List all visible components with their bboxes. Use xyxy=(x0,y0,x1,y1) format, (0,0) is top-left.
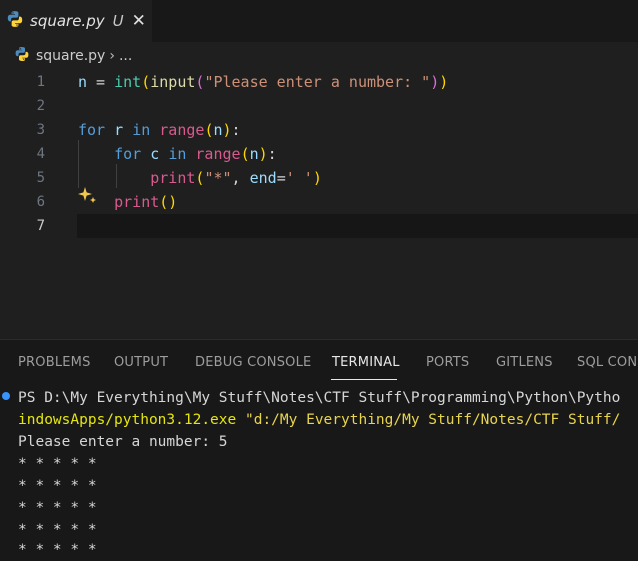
breadcrumb: square.py › ... xyxy=(0,44,638,68)
close-icon[interactable]: ✕ xyxy=(132,12,146,30)
code-line-4[interactable]: 4 for c in range(n): xyxy=(0,142,638,166)
terminal-output-line: * * * * * xyxy=(18,542,97,558)
tab-sql-console[interactable]: SQL CONS xyxy=(577,355,638,370)
python-file-icon xyxy=(14,46,30,66)
line-number: 5 xyxy=(36,170,45,186)
breadcrumb-file[interactable]: square.py xyxy=(36,48,105,64)
terminal-line: indowsApps/python3.12.exe "d:/My Everyth… xyxy=(18,409,620,431)
sparkle-icon[interactable] xyxy=(78,186,98,210)
code-text: print("*", end=' ') xyxy=(150,169,322,187)
line-number: 3 xyxy=(36,122,45,138)
tab-problems[interactable]: PROBLEMS xyxy=(18,355,91,370)
line-number: 4 xyxy=(36,146,45,162)
code-line-2[interactable]: 2 xyxy=(0,94,638,118)
line-number: 1 xyxy=(36,74,45,90)
terminal-output-line: * * * * * xyxy=(18,478,97,494)
terminal-argument: "d:/My Everything/My Stuff/Notes/CTF Stu… xyxy=(244,412,621,428)
code-line-1[interactable]: 1 n = int(input("Please enter a number: … xyxy=(0,70,638,94)
tab-ports[interactable]: PORTS xyxy=(426,355,469,370)
editor-tab-bar: square.py U ✕ xyxy=(0,0,638,42)
line-number: 7 xyxy=(36,218,45,234)
tab-terminal[interactable]: TERMINAL xyxy=(332,355,400,370)
command-status-dot[interactable] xyxy=(2,392,10,400)
chevron-right-icon: › xyxy=(109,48,115,64)
active-tab-indicator xyxy=(331,379,397,380)
terminal-exe-path: indowsApps/python3.12.exe xyxy=(18,412,237,428)
tab-square-py[interactable]: square.py U ✕ xyxy=(0,0,152,42)
tab-output[interactable]: OUTPUT xyxy=(114,355,168,370)
terminal-line: PS D:\My Everything\My Stuff\Notes\CTF S… xyxy=(18,390,621,406)
python-file-icon xyxy=(6,10,24,32)
bottom-panel: PROBLEMS OUTPUT DEBUG CONSOLE TERMINAL P… xyxy=(0,340,638,561)
line-number: 2 xyxy=(36,98,45,114)
tab-gitlens[interactable]: GITLENS xyxy=(496,355,553,370)
untracked-indicator: U xyxy=(112,12,124,30)
code-text: n = int(input("Please enter a number: ")… xyxy=(78,73,449,91)
code-line-7[interactable]: 7 xyxy=(0,214,638,238)
terminal-output-line: * * * * * xyxy=(18,522,97,538)
code-line-3[interactable]: 3 for r in range(n): xyxy=(0,118,638,142)
tab-debug-console[interactable]: DEBUG CONSOLE xyxy=(195,355,311,370)
tab-filename: square.py xyxy=(30,12,105,30)
terminal-output-line: * * * * * xyxy=(18,456,97,472)
line-number: 6 xyxy=(36,194,45,210)
code-text: for c in range(n): xyxy=(114,145,277,163)
code-text: for r in range(n): xyxy=(78,121,241,139)
breadcrumb-symbols[interactable]: ... xyxy=(119,48,132,64)
terminal-output-line: * * * * * xyxy=(18,500,97,516)
current-line-highlight xyxy=(77,214,638,238)
terminal-line: Please enter a number: 5 xyxy=(18,434,228,450)
